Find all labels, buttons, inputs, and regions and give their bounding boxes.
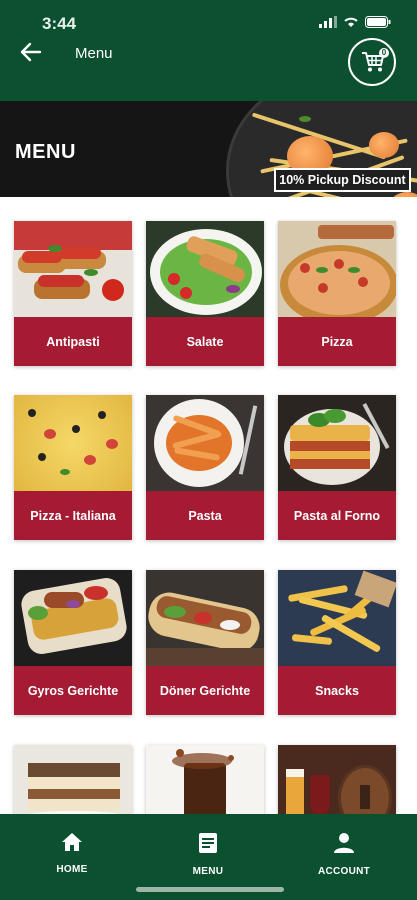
category-card-pasta[interactable]: Pasta (146, 395, 264, 540)
nav-menu-label: MENU (192, 866, 224, 877)
fries-image (278, 570, 396, 666)
status-time: 3:44 (42, 14, 77, 33)
nav-account[interactable]: ACCOUNT (294, 832, 394, 877)
category-card-salate[interactable]: Salate (146, 221, 264, 366)
pizza-italiana-image (14, 395, 132, 491)
discount-badge: 10% Pickup Discount (274, 168, 411, 192)
nav-menu[interactable]: MENU (158, 832, 258, 877)
category-card-pizza[interactable]: Pizza (278, 221, 396, 366)
app-header: 3:44 Menu 0 (0, 0, 417, 101)
drinks-image (146, 745, 264, 814)
page-title: Menu (75, 45, 113, 62)
category-grid: Antipasti Salate Pizza Pizza - Italiana … (0, 197, 417, 814)
category-label: Gyros Gerichte (14, 666, 132, 715)
category-card-snacks[interactable]: Snacks (278, 570, 396, 715)
category-label: Pasta (146, 491, 264, 540)
home-indicator (136, 887, 284, 892)
category-card-beer[interactable] (278, 745, 396, 814)
signal-icon (319, 16, 337, 28)
cart-badge: 0 (379, 48, 389, 58)
wifi-icon (344, 17, 358, 27)
salad-image (146, 221, 264, 317)
category-label: Pizza (278, 317, 396, 366)
account-icon (334, 833, 354, 853)
bruschetta-image (14, 221, 132, 317)
status-icons (319, 16, 391, 28)
nav-home[interactable]: HOME (22, 832, 122, 875)
category-card-doner-gerichte[interactable]: Döner Gerichte (146, 570, 264, 715)
category-card-drinks[interactable] (146, 745, 264, 814)
banner-title: MENU (15, 141, 76, 163)
category-label: Salate (146, 317, 264, 366)
category-card-dessert[interactable] (14, 745, 132, 814)
category-card-antipasti[interactable]: Antipasti (14, 221, 132, 366)
battery-icon (365, 16, 391, 28)
category-card-gyros-gerichte[interactable]: Gyros Gerichte (14, 570, 132, 715)
pizza-image (278, 221, 396, 317)
tiramisu-image (14, 745, 132, 814)
category-label: Snacks (278, 666, 396, 715)
menu-icon (199, 833, 217, 853)
category-label: Antipasti (14, 317, 132, 366)
back-button[interactable] (20, 42, 46, 64)
home-icon (62, 833, 82, 851)
gyros-image (14, 570, 132, 666)
category-label: Pasta al Forno (278, 491, 396, 540)
cart-button[interactable]: 0 (348, 38, 396, 86)
category-label: Pizza - Italiana (14, 491, 132, 540)
arrow-left-icon (20, 42, 42, 62)
category-card-pasta-al-forno[interactable]: Pasta al Forno (278, 395, 396, 540)
nav-account-label: ACCOUNT (317, 866, 371, 877)
beer-image (278, 745, 396, 814)
pasta-image (146, 395, 264, 491)
category-card-pizza-italiana[interactable]: Pizza - Italiana (14, 395, 132, 540)
doner-image (146, 570, 264, 666)
category-label: Döner Gerichte (146, 666, 264, 715)
nav-home-label: HOME (56, 864, 88, 875)
lasagna-image (278, 395, 396, 491)
